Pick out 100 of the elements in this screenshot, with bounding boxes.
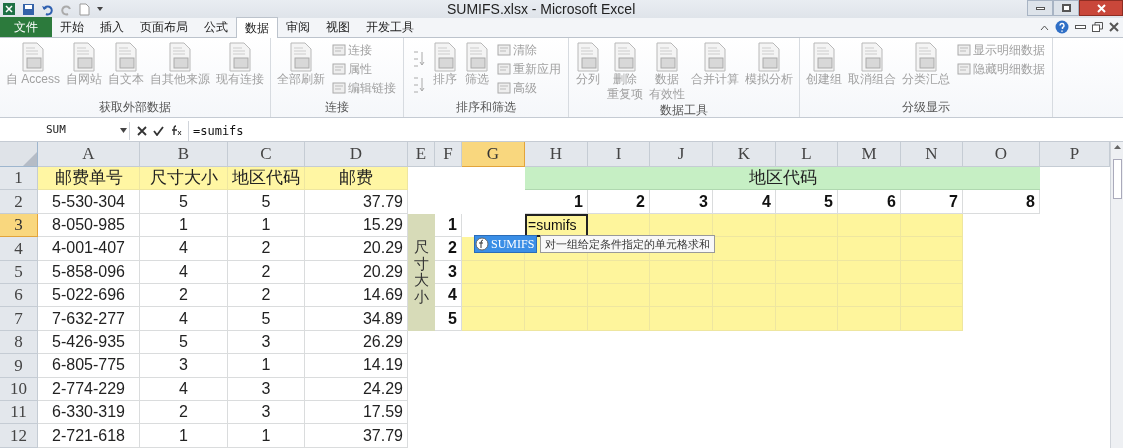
table-cell: 37.79 [305, 190, 408, 214]
row-header[interactable]: 5 [0, 260, 38, 284]
save-icon[interactable] [22, 2, 35, 16]
vertical-scrollbar[interactable] [1110, 142, 1123, 448]
input-cell [901, 283, 963, 308]
input-cell [901, 260, 963, 284]
column-header[interactable]: P [1040, 142, 1110, 167]
column-header[interactable]: L [776, 142, 838, 167]
document-icon [859, 42, 885, 72]
table-cell: 4 [713, 190, 776, 214]
document-icon [167, 42, 193, 72]
document-icon [432, 42, 458, 72]
table-cell: 5-426-935 [38, 330, 140, 355]
document-icon [811, 42, 837, 72]
minimize-icon[interactable] [1075, 24, 1086, 30]
insert-function-icon[interactable] [170, 125, 182, 136]
ribbon-icon [332, 44, 346, 56]
table-cell: 8 [963, 190, 1040, 214]
ribbon-tab[interactable]: 数据 [236, 17, 278, 38]
table-cell: 5 [228, 190, 305, 214]
column-header[interactable]: H [525, 142, 588, 167]
document-icon [756, 42, 782, 72]
input-cell [901, 213, 963, 238]
input-cell [776, 213, 838, 238]
ribbon-tab[interactable]: 公式 [196, 17, 236, 37]
group-label: 排序和筛选 [455, 99, 517, 116]
column-header[interactable]: A [38, 142, 140, 167]
minimize-button[interactable] [1027, 0, 1053, 16]
column-header[interactable]: E [408, 142, 435, 167]
column-header[interactable]: B [140, 142, 228, 167]
close-icon[interactable] [1109, 22, 1119, 32]
table-cell: 17.59 [305, 400, 408, 425]
row-header[interactable]: 2 [0, 190, 38, 214]
ribbon-tab[interactable]: 开发工具 [358, 17, 422, 37]
ribbon-tab[interactable]: 页面布局 [132, 17, 196, 37]
input-cell [462, 260, 525, 284]
input-cell [901, 237, 963, 261]
ribbon-tab[interactable]: 插入 [92, 17, 132, 37]
file-tab[interactable]: 文件 [0, 17, 52, 37]
table-cell: 7-632-277 [38, 307, 140, 331]
ribbon-tab[interactable]: 视图 [318, 17, 358, 37]
input-cell [713, 237, 776, 261]
column-header[interactable]: O [963, 142, 1040, 167]
close-button[interactable] [1079, 0, 1123, 16]
row-header[interactable]: 12 [0, 424, 38, 448]
row-header[interactable]: 3 [0, 213, 38, 238]
table-cell: 2 [228, 283, 305, 308]
row-header[interactable]: 6 [0, 283, 38, 308]
column-heading: 地区代码 [228, 167, 305, 191]
input-cell [525, 307, 588, 331]
table-cell: 2 [588, 190, 650, 214]
ribbon-icon [497, 82, 511, 94]
table-cell: 4-001-407 [38, 237, 140, 261]
row-header[interactable]: 1 [0, 167, 38, 191]
ribbon-tab[interactable]: 开始 [52, 17, 92, 37]
document-icon [113, 42, 139, 72]
table-cell: 5 [228, 307, 305, 331]
column-header[interactable]: K [713, 142, 776, 167]
row-header[interactable]: 7 [0, 307, 38, 331]
scrollbar-thumb[interactable] [1112, 159, 1122, 199]
row-header[interactable]: 10 [0, 377, 38, 401]
row-header[interactable]: 4 [0, 237, 38, 261]
input-cell [838, 213, 901, 238]
column-header[interactable]: D [305, 142, 408, 167]
column-heading: 邮费单号 [38, 167, 140, 191]
input-cell [713, 213, 776, 238]
document-icon [288, 42, 314, 72]
table-cell: 2 [228, 237, 305, 261]
enter-check-icon[interactable] [153, 125, 164, 136]
help-icon[interactable] [1055, 20, 1069, 34]
formula-input[interactable]: =sumifs [188, 120, 1123, 141]
input-cell [776, 307, 838, 331]
table-cell: 6 [838, 190, 901, 214]
maximize-button[interactable] [1053, 0, 1079, 16]
restore-icon[interactable] [1092, 22, 1103, 32]
column-header[interactable]: I [588, 142, 650, 167]
undo-icon[interactable] [41, 2, 54, 16]
column-header[interactable]: N [901, 142, 963, 167]
ribbon-icon [497, 44, 511, 56]
document-icon [702, 42, 728, 72]
dropdown-caret-icon[interactable] [120, 128, 127, 133]
collapse-ribbon-icon[interactable] [1040, 23, 1049, 31]
column-header[interactable]: C [228, 142, 305, 167]
row-header[interactable]: 8 [0, 330, 38, 355]
column-header[interactable]: F [435, 142, 462, 167]
document-icon [913, 42, 939, 72]
customize-caret-icon[interactable] [96, 5, 104, 13]
row-header[interactable]: 9 [0, 354, 38, 378]
merged-heading: 地区代码 [525, 167, 1040, 191]
table-cell: 5-022-696 [38, 283, 140, 308]
column-header[interactable]: J [650, 142, 713, 167]
ribbon-tab[interactable]: 审阅 [278, 17, 318, 37]
cancel-icon[interactable] [137, 125, 147, 136]
table-cell: 14.19 [305, 354, 408, 378]
column-header[interactable]: M [838, 142, 901, 167]
table-cell: 26.29 [305, 330, 408, 355]
column-header[interactable]: G [462, 142, 525, 167]
ribbon-icon [957, 44, 971, 56]
ribbon-icon [957, 63, 971, 75]
row-header[interactable]: 11 [0, 400, 38, 425]
